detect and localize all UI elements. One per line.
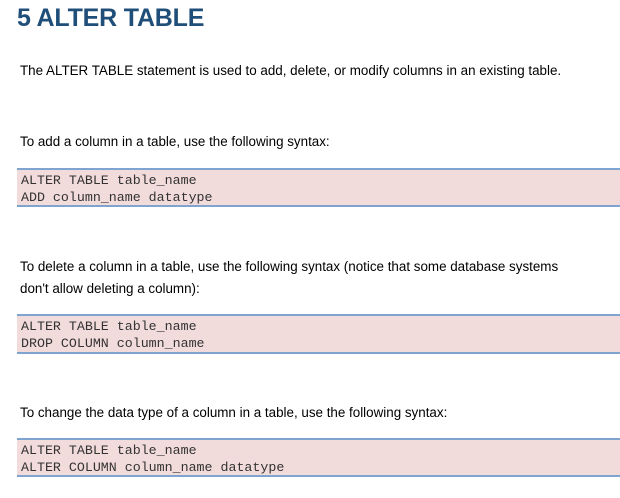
alter-column-code-block: ALTER TABLE table_name ALTER COLUMN colu… (17, 438, 620, 477)
code-line: ALTER TABLE table_name (21, 173, 197, 188)
code-line: ALTER TABLE table_name (21, 319, 197, 334)
add-column-code-block: ALTER TABLE table_name ADD column_name d… (17, 168, 620, 207)
section-heading: 5 ALTER TABLE (17, 4, 205, 32)
alter-column-paragraph: To change the data type of a column in a… (20, 405, 448, 420)
code-line: ALTER COLUMN column_name datatype (21, 460, 285, 475)
drop-column-paragraph-line-2: don't allow deleting a column): (20, 281, 200, 296)
code-line: ADD column_name datatype (21, 190, 213, 205)
code-line: DROP COLUMN column_name (21, 336, 205, 351)
add-column-paragraph: To add a column in a table, use the foll… (20, 134, 330, 149)
drop-column-code-block: ALTER TABLE table_name DROP COLUMN colum… (17, 314, 620, 354)
intro-paragraph: The ALTER TABLE statement is used to add… (20, 63, 562, 78)
code-line: ALTER TABLE table_name (21, 443, 197, 458)
drop-column-paragraph-line-1: To delete a column in a table, use the f… (20, 259, 559, 274)
